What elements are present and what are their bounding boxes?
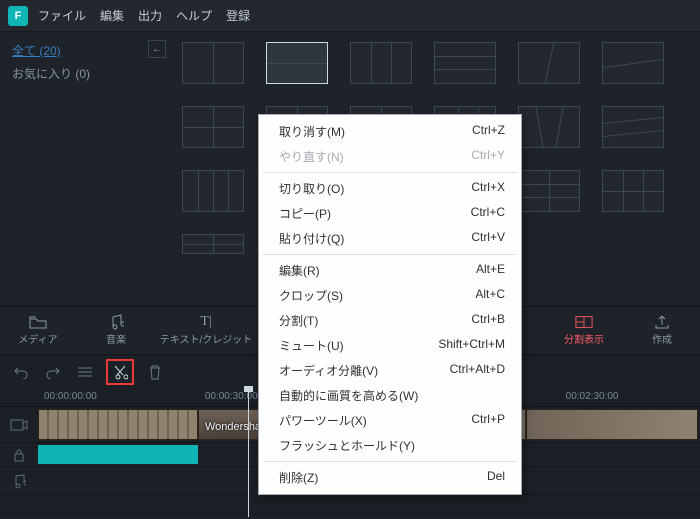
tab-label: テキスト/クレジット — [160, 331, 252, 346]
chevron-left-icon: ← — [152, 44, 162, 55]
split-view-icon — [575, 315, 593, 329]
cm-split[interactable]: 分割(T)Ctrl+B — [259, 308, 521, 333]
cm-undo[interactable]: 取り消す(M)Ctrl+Z — [259, 119, 521, 144]
menu-register[interactable]: 登録 — [226, 7, 250, 24]
tab-media[interactable]: メディア — [10, 315, 66, 346]
tab-split-view[interactable]: 分割表示 — [556, 315, 612, 346]
tab-label: 作成 — [652, 331, 672, 346]
ruler-tick: 00:00:00:00 — [44, 391, 97, 402]
cm-separator — [263, 461, 517, 462]
tab-create[interactable]: 作成 — [634, 315, 690, 346]
menu-list: ファイル 編集 出力 ヘルプ 登録 — [38, 7, 250, 24]
cm-separator — [263, 172, 517, 173]
app-menu-bar: F ファイル 編集 出力 ヘルプ 登録 — [0, 0, 700, 32]
video-track-icon — [0, 419, 38, 431]
tab-label: メディア — [18, 331, 57, 346]
cm-mute[interactable]: ミュート(U)Shift+Ctrl+M — [259, 333, 521, 358]
sidebar-favorites: お気に入り (0) — [12, 65, 160, 82]
cm-separator — [263, 254, 517, 255]
cm-auto-enhance[interactable]: 自動的に画質を高める(W) — [259, 383, 521, 408]
menu-help[interactable]: ヘルプ — [176, 7, 212, 24]
audio-clip[interactable] — [38, 445, 198, 464]
text-icon: T| — [197, 315, 215, 329]
split-thumb[interactable] — [518, 42, 580, 84]
layout-sidebar: 全て (20) お気に入り (0) ← — [0, 32, 172, 306]
cm-power-tool[interactable]: パワーツール(X)Ctrl+P — [259, 408, 521, 433]
delete-trash-button[interactable] — [144, 361, 166, 383]
tab-label: 音楽 — [106, 331, 126, 346]
cm-cut[interactable]: 切り取り(O)Ctrl+X — [259, 176, 521, 201]
cm-audio-detach[interactable]: オーディオ分離(V)Ctrl+Alt+D — [259, 358, 521, 383]
app-logo: F — [8, 6, 28, 26]
split-thumb[interactable] — [182, 234, 244, 254]
tab-music[interactable]: 音楽 — [88, 315, 144, 346]
cm-delete[interactable]: 削除(Z)Del — [259, 465, 521, 490]
folder-icon — [29, 315, 47, 329]
cm-copy[interactable]: コピー(P)Ctrl+C — [259, 201, 521, 226]
menu-output[interactable]: 出力 — [138, 7, 162, 24]
music-track-icon — [0, 474, 38, 488]
video-clip[interactable] — [526, 409, 698, 440]
split-thumb[interactable] — [602, 170, 664, 212]
video-clip[interactable] — [38, 409, 198, 440]
menu-file[interactable]: ファイル — [38, 7, 86, 24]
edit-context-menu: 取り消す(M)Ctrl+Z やり直す(N)Ctrl+Y 切り取り(O)Ctrl+… — [258, 114, 522, 495]
cm-flash-hold[interactable]: フラッシュとホールド(Y) — [259, 433, 521, 458]
split-thumb[interactable] — [182, 106, 244, 148]
split-thumb[interactable] — [350, 42, 412, 84]
split-thumb[interactable] — [518, 170, 580, 212]
lock-icon — [0, 448, 38, 462]
playhead[interactable] — [248, 389, 249, 517]
tab-label: 分割表示 — [564, 331, 604, 346]
cut-scissors-button[interactable] — [106, 359, 134, 385]
export-icon — [653, 315, 671, 329]
sidebar-collapse-button[interactable]: ← — [148, 40, 166, 58]
undo-button[interactable] — [10, 361, 32, 383]
sidebar-all-link[interactable]: 全て (20) — [12, 42, 160, 59]
split-thumb[interactable] — [182, 170, 244, 212]
tab-text[interactable]: T| テキスト/クレジット — [166, 315, 246, 346]
cm-crop[interactable]: クロップ(S)Alt+C — [259, 283, 521, 308]
menu-edit[interactable]: 編集 — [100, 7, 124, 24]
split-thumb[interactable] — [518, 106, 580, 148]
cm-edit[interactable]: 編集(R)Alt+E — [259, 258, 521, 283]
ruler-tick: 00:02:30:00 — [566, 391, 619, 402]
music-icon — [107, 315, 125, 329]
cm-redo: やり直す(N)Ctrl+Y — [259, 144, 521, 169]
split-thumb[interactable] — [602, 42, 664, 84]
split-thumb[interactable] — [182, 42, 244, 84]
cm-paste[interactable]: 貼り付け(Q)Ctrl+V — [259, 226, 521, 251]
ruler-tick: 00:00:30:00 — [205, 391, 258, 402]
split-thumb[interactable] — [602, 106, 664, 148]
edit-list-button[interactable] — [74, 361, 96, 383]
split-thumb[interactable] — [434, 42, 496, 84]
split-thumb-selected[interactable] — [266, 42, 328, 84]
redo-button[interactable] — [42, 361, 64, 383]
